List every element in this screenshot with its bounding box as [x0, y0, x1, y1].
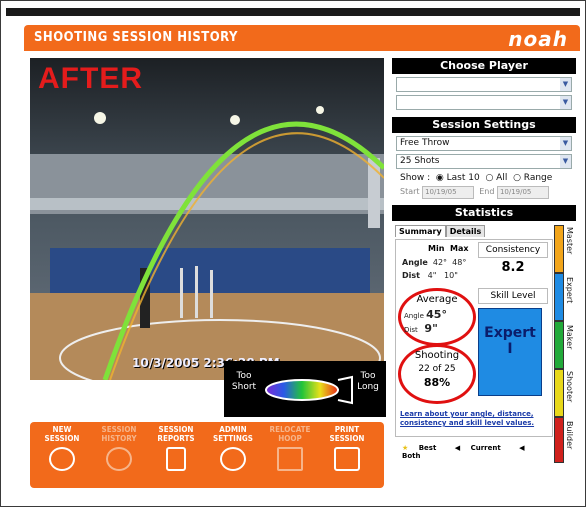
- nav-label: NEW SESSION: [44, 425, 80, 443]
- chevron-down-icon: ▼: [560, 137, 571, 150]
- chevron-down-icon: ▼: [560, 96, 571, 109]
- minmax-header: Min Max: [428, 244, 469, 253]
- app-panel: SHOOTING SESSION HISTORY noah AFTER 10/3…: [24, 25, 580, 495]
- nav-label: PRINT SESSION: [329, 425, 365, 443]
- shooting-percent: 88%: [423, 376, 451, 389]
- show-filter: Show : ◉ Last 10 ○ All ○ Range: [400, 173, 576, 183]
- nav-label: ADMIN SETTINGS: [213, 425, 253, 443]
- settings-icon: [220, 447, 246, 471]
- pointer-star-icon: ◀: [519, 444, 525, 452]
- nav-label: SESSION HISTORY: [101, 425, 137, 443]
- angle-row: Angle 42° 48°: [402, 258, 467, 267]
- consistency-label: Consistency: [478, 242, 548, 258]
- hoop-icon: [277, 447, 303, 471]
- date-range: Start 10/19/05 End 10/19/05: [400, 186, 576, 199]
- ladder-rung-expert: [554, 273, 564, 321]
- top-strip: [6, 8, 580, 16]
- ladder-rung-builder: [554, 417, 564, 463]
- ladder-rung-master: [554, 225, 564, 273]
- star-icon: ★: [402, 444, 409, 452]
- radio-all[interactable]: ○ All: [483, 173, 507, 183]
- skill-level-tier: I: [507, 341, 513, 357]
- pointer-icon: ◀: [454, 444, 461, 452]
- current-key: ◀ Current: [454, 444, 501, 452]
- end-date-field[interactable]: 10/19/05: [496, 186, 549, 199]
- start-date-field[interactable]: 10/19/05: [422, 186, 475, 199]
- rank-expert: Expert: [565, 277, 574, 304]
- after-label: AFTER: [38, 62, 143, 95]
- radio-last10[interactable]: ◉ Last 10: [433, 173, 480, 183]
- player-select-2[interactable]: ▼: [396, 95, 572, 110]
- skill-level-badge: Expert I: [478, 308, 542, 396]
- tab-summary[interactable]: Summary: [395, 225, 446, 237]
- rank-shooter: Shooter: [565, 371, 574, 403]
- show-label: Show :: [400, 173, 431, 183]
- player-select-1[interactable]: ▼: [396, 77, 572, 92]
- rank-master: Master: [565, 227, 574, 255]
- basketball-icon: [106, 447, 132, 471]
- end-label: End: [479, 187, 495, 196]
- shooting-title: Shooting: [414, 350, 460, 361]
- learn-more-link[interactable]: Learn about your angle, distance, consis…: [400, 410, 550, 428]
- select-value: Free Throw: [400, 138, 450, 148]
- avg-dist: Dist 9": [404, 322, 438, 335]
- skill-level-label: Skill Level: [478, 288, 548, 304]
- side-panel: Choose Player ▼ ▼ Session Settings Free …: [392, 58, 576, 463]
- chevron-down-icon: ▼: [560, 78, 571, 91]
- rank-builder: Builder: [565, 421, 574, 450]
- stats-tabs: Summary Details: [395, 225, 486, 237]
- admin-settings-button[interactable]: ADMIN SETTINGS: [207, 425, 259, 485]
- brand-logo: noah: [508, 27, 568, 51]
- app-header: SHOOTING SESSION HISTORY noah: [24, 25, 580, 51]
- statistics-header: Statistics: [392, 205, 576, 221]
- statistics-panel: Statistics Summary Details Min Max Angle …: [392, 205, 576, 463]
- too-short-label: Too Short: [231, 371, 257, 392]
- avg-angle: Angle 45°: [404, 308, 447, 321]
- shot-video: AFTER 10/3/2005 2:36:28 PM: [30, 58, 384, 380]
- relocate-hoop-button[interactable]: RELOCATE HOOP: [264, 425, 316, 485]
- session-settings-header: Session Settings: [392, 117, 576, 133]
- rank-maker: Maker: [565, 325, 574, 350]
- radio-range[interactable]: ○ Range: [510, 173, 552, 183]
- dist-row: Dist 4" 10": [402, 271, 458, 280]
- page-title: SHOOTING SESSION HISTORY: [34, 30, 238, 45]
- ladder-rung-shooter: [554, 369, 564, 417]
- best-key: ★ Best: [402, 444, 437, 452]
- print-session-button[interactable]: PRINT SESSION: [321, 425, 373, 485]
- chevron-down-icon: ▼: [560, 155, 571, 168]
- average-title: Average: [416, 294, 458, 305]
- gym-scene: [30, 58, 384, 380]
- nav-label: RELOCATE HOOP: [269, 425, 311, 443]
- ladder-rung-maker: [554, 321, 564, 369]
- shots-made: 22 of 25: [418, 364, 456, 374]
- consistency-value: 8.2: [501, 260, 525, 275]
- shot-count-select[interactable]: 25 Shots ▼: [396, 154, 572, 169]
- nav-bar: NEW SESSION SESSION HISTORY SESSION REPO…: [30, 422, 384, 488]
- color-scale-icon: [265, 375, 353, 405]
- nav-label: SESSION REPORTS: [157, 425, 195, 443]
- session-reports-button[interactable]: SESSION REPORTS: [150, 425, 202, 485]
- select-value: 25 Shots: [400, 156, 440, 166]
- start-label: Start: [400, 187, 420, 196]
- too-long-label: Too Long: [357, 371, 379, 392]
- skill-level-value: Expert: [484, 325, 536, 341]
- tab-details[interactable]: Details: [445, 225, 486, 237]
- summary-panel: Min Max Angle 42° 48° Dist 4" 10" Consis…: [395, 239, 553, 460]
- distance-legend: Too Short Too Long: [224, 361, 386, 417]
- session-history-button[interactable]: SESSION HISTORY: [93, 425, 145, 485]
- skill-ladder: Master Expert Maker Shooter Builder: [554, 225, 574, 463]
- print-icon: [334, 447, 360, 471]
- marker-key: ★ Best ◀ Current ◀ Both: [402, 444, 552, 460]
- shot-type-select[interactable]: Free Throw ▼: [396, 136, 572, 151]
- basketball-icon: [49, 447, 75, 471]
- new-session-button[interactable]: NEW SESSION: [36, 425, 88, 485]
- choose-player-header: Choose Player: [392, 58, 576, 74]
- report-icon: [166, 447, 186, 471]
